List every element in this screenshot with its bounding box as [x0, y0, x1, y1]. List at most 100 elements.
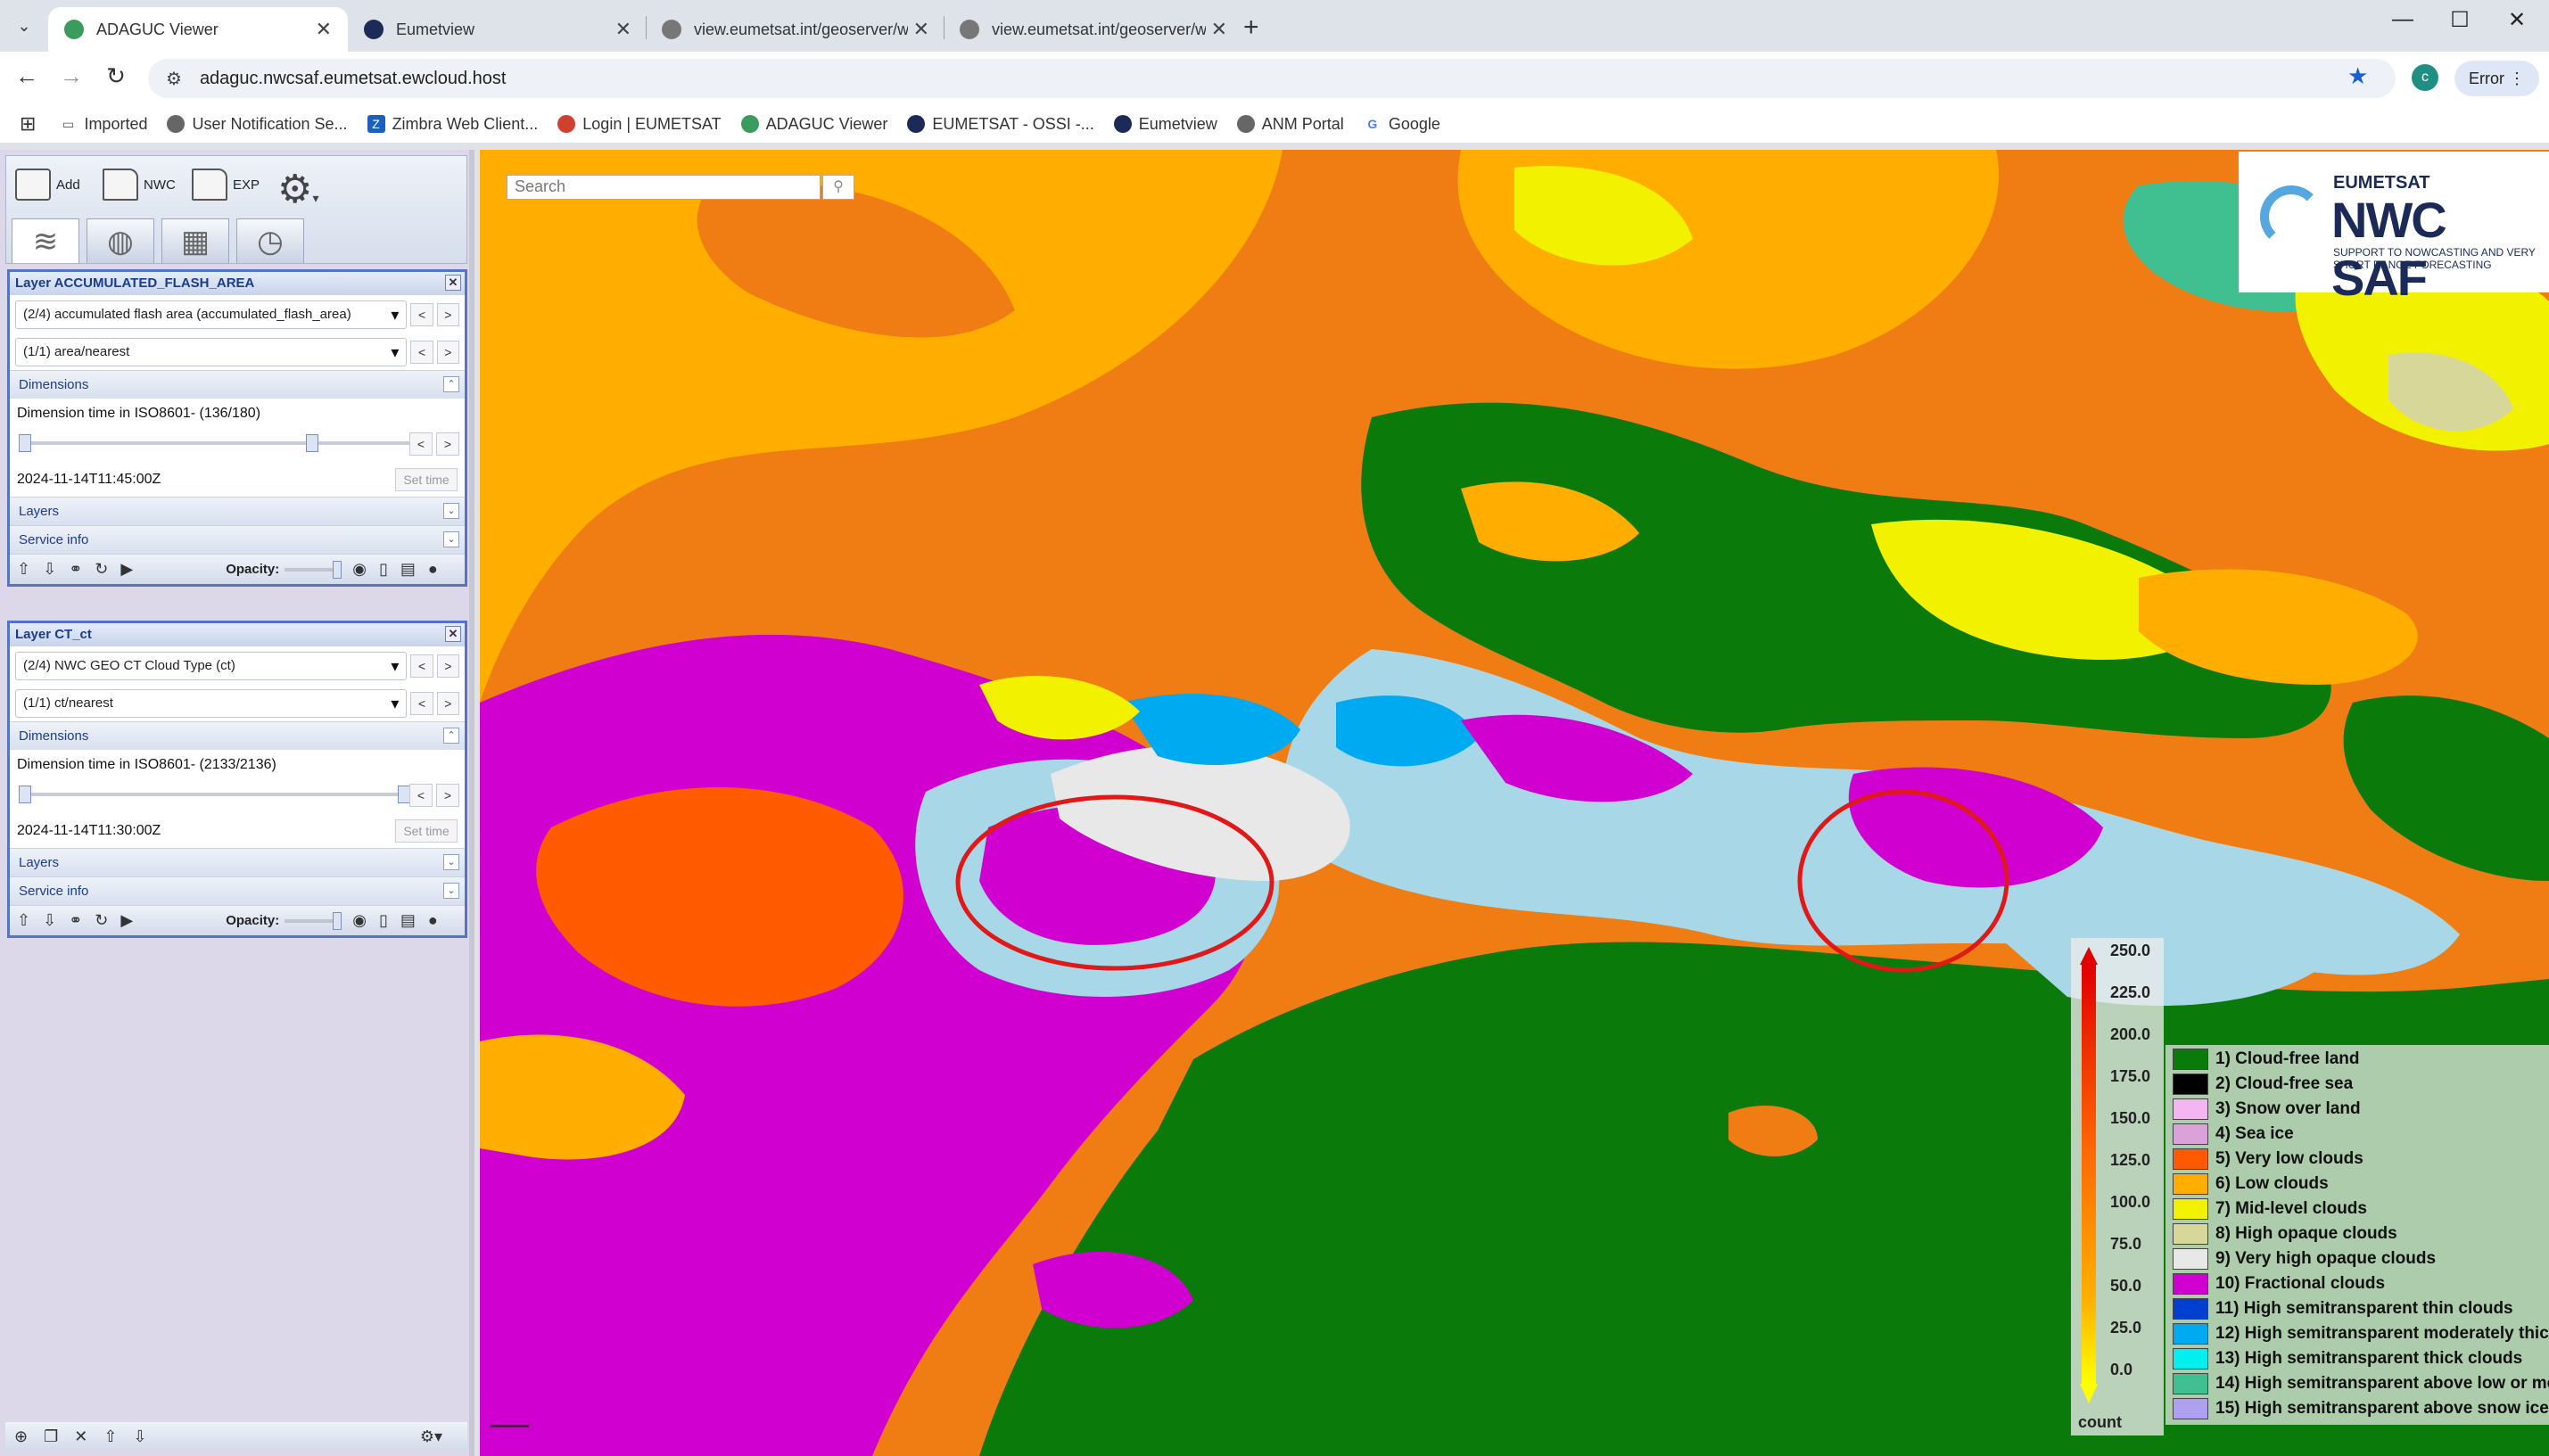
opacity-handle[interactable]: [333, 911, 342, 930]
back-icon[interactable]: ←: [9, 62, 45, 90]
time-slider-handle[interactable]: [305, 434, 318, 452]
chevron-left-icon[interactable]: <: [410, 303, 433, 326]
reload-icon[interactable]: ↻: [98, 62, 134, 90]
clock-tab-icon[interactable]: ◷: [236, 218, 304, 263]
tab-adaguc-viewer[interactable]: ADAGUC Viewer ✕: [48, 7, 348, 52]
maximize-icon[interactable]: ☐: [2433, 7, 2487, 33]
time-slider[interactable]: [19, 441, 411, 445]
bookmark-eumetsat-ossi[interactable]: EUMETSAT - OSSI -...: [907, 115, 1094, 134]
slider-start-handle[interactable]: [19, 434, 31, 452]
minimize-icon[interactable]: —: [2376, 7, 2429, 32]
profile-avatar[interactable]: c: [2412, 64, 2438, 91]
bookmark-star-icon[interactable]: ★: [2347, 62, 2368, 90]
set-time-button[interactable]: Set time: [395, 468, 458, 491]
info-icon[interactable]: ▯: [379, 560, 388, 579]
time-slider[interactable]: [19, 793, 411, 796]
service-info-header[interactable]: Service info ⌄: [10, 525, 465, 554]
bookmark-anm-portal[interactable]: ANM Portal: [1236, 115, 1344, 134]
chevron-right-icon[interactable]: >: [436, 303, 459, 326]
map-search-input[interactable]: Search: [507, 175, 821, 200]
move-up-icon[interactable]: ⇧: [103, 1427, 117, 1446]
layers-tab-icon[interactable]: ≋: [12, 218, 79, 263]
chevron-left-icon[interactable]: <: [410, 692, 433, 715]
legend-icon[interactable]: ▤: [400, 560, 416, 579]
chevron-right-icon[interactable]: >: [436, 432, 459, 456]
forward-icon[interactable]: →: [54, 62, 89, 90]
expand-icon[interactable]: ⌄: [443, 883, 459, 899]
refresh-icon[interactable]: ↻: [95, 560, 108, 579]
settings-icon[interactable]: ⚙▾: [420, 1427, 442, 1446]
layers-header[interactable]: Layers ⌄: [10, 497, 465, 525]
close-tab-icon[interactable]: ✕: [1211, 18, 1227, 41]
eye-icon[interactable]: ◉: [352, 911, 367, 930]
bookmark-eumetview[interactable]: Eumetview: [1113, 115, 1217, 134]
dimensions-header[interactable]: Dimensions ⌃: [10, 370, 465, 399]
info-icon[interactable]: ▯: [379, 911, 388, 930]
bookmark-google[interactable]: G Google: [1363, 115, 1440, 134]
chevron-left-icon[interactable]: <: [410, 654, 433, 678]
settings-gear-icon[interactable]: ⚙▾: [277, 167, 318, 212]
close-layer-icon[interactable]: ✕: [445, 626, 461, 642]
chevron-right-icon[interactable]: >: [436, 692, 459, 715]
tab-geoserver-2[interactable]: view.eumetsat.int/geoserver/wr ✕: [944, 7, 1243, 52]
close-window-icon[interactable]: ✕: [2490, 7, 2544, 33]
slider-start-handle[interactable]: [19, 786, 31, 803]
refresh-icon[interactable]: ↻: [95, 911, 108, 930]
style-select[interactable]: (1/1) area/nearest: [15, 338, 408, 366]
opacity-handle[interactable]: [333, 560, 342, 579]
opacity-slider[interactable]: [285, 911, 342, 930]
globe-tab-icon[interactable]: ◍: [87, 218, 154, 263]
move-up-icon[interactable]: ⇧: [17, 560, 30, 579]
expand-icon[interactable]: ⌄: [443, 854, 459, 870]
opacity-slider[interactable]: [285, 560, 342, 579]
nwc-button[interactable]: NWC: [103, 169, 176, 201]
chevron-right-icon[interactable]: >: [436, 654, 459, 678]
search-icon[interactable]: ⚲: [822, 175, 854, 200]
site-info-icon[interactable]: ⚙: [166, 68, 182, 90]
duplicate-icon[interactable]: ❐: [44, 1427, 58, 1446]
bookmark-imported[interactable]: ▭ Imported: [59, 115, 148, 134]
close-tab-icon[interactable]: ✕: [913, 18, 929, 41]
move-down-icon[interactable]: ⇩: [133, 1427, 146, 1446]
play-icon[interactable]: ▶: [120, 560, 133, 579]
error-button[interactable]: Error ⋮: [2454, 61, 2540, 96]
close-layer-icon[interactable]: ✕: [445, 275, 461, 291]
link-icon[interactable]: ⚭: [69, 911, 82, 930]
add-icon[interactable]: ⊕: [14, 1427, 28, 1446]
expand-icon[interactable]: ⌄: [443, 531, 459, 547]
dimensions-header[interactable]: Dimensions ⌃: [10, 721, 465, 750]
link-icon[interactable]: ⚭: [69, 560, 82, 579]
bookmark-zimbra[interactable]: Z Zimbra Web Client...: [367, 115, 538, 134]
chevron-left-icon[interactable]: <: [409, 432, 433, 456]
bookmark-adaguc-viewer[interactable]: ADAGUC Viewer: [740, 115, 887, 134]
layer-select[interactable]: (2/4) accumulated flash area (accumulate…: [15, 300, 408, 329]
tab-eumetview[interactable]: Eumetview ✕: [348, 7, 648, 52]
eye-icon[interactable]: ◉: [352, 560, 367, 579]
url-field[interactable]: ⚙ adaguc.nwcsaf.eumetsat.ewcloud.host: [148, 59, 2396, 98]
layer-select[interactable]: (2/4) NWC GEO CT Cloud Type (ct): [15, 652, 408, 680]
chevron-right-icon[interactable]: >: [436, 784, 459, 807]
expand-icon[interactable]: ⌄: [443, 503, 459, 519]
map-tab-icon[interactable]: ▦: [161, 218, 229, 263]
set-time-button[interactable]: Set time: [395, 819, 458, 843]
exp-button[interactable]: EXP: [192, 169, 260, 201]
legend-icon[interactable]: ▤: [400, 911, 416, 930]
bookmark-user-notification[interactable]: User Notification Se...: [167, 115, 348, 134]
style-select[interactable]: (1/1) ct/nearest: [15, 689, 408, 718]
tab-search-icon[interactable]: ⌄: [9, 11, 39, 41]
move-down-icon[interactable]: ⇩: [43, 911, 56, 930]
collapse-icon[interactable]: ⌃: [443, 376, 459, 392]
move-up-icon[interactable]: ⇧: [17, 911, 30, 930]
close-tab-icon[interactable]: ✕: [316, 18, 332, 41]
close-tab-icon[interactable]: ✕: [615, 18, 631, 41]
play-icon[interactable]: ▶: [120, 911, 133, 930]
add-layer-button[interactable]: Add: [15, 169, 80, 201]
collapse-icon[interactable]: ⌃: [443, 728, 459, 744]
chevron-left-icon[interactable]: <: [409, 784, 433, 807]
new-tab-icon[interactable]: +: [1243, 12, 1259, 43]
chevron-left-icon[interactable]: <: [410, 341, 433, 364]
bookmark-login-eumetsat[interactable]: Login | EUMETSAT: [557, 115, 722, 134]
layers-header[interactable]: Layers ⌄: [10, 848, 465, 876]
move-down-icon[interactable]: ⇩: [43, 560, 56, 579]
apps-grid-icon[interactable]: ⊞: [20, 112, 36, 136]
